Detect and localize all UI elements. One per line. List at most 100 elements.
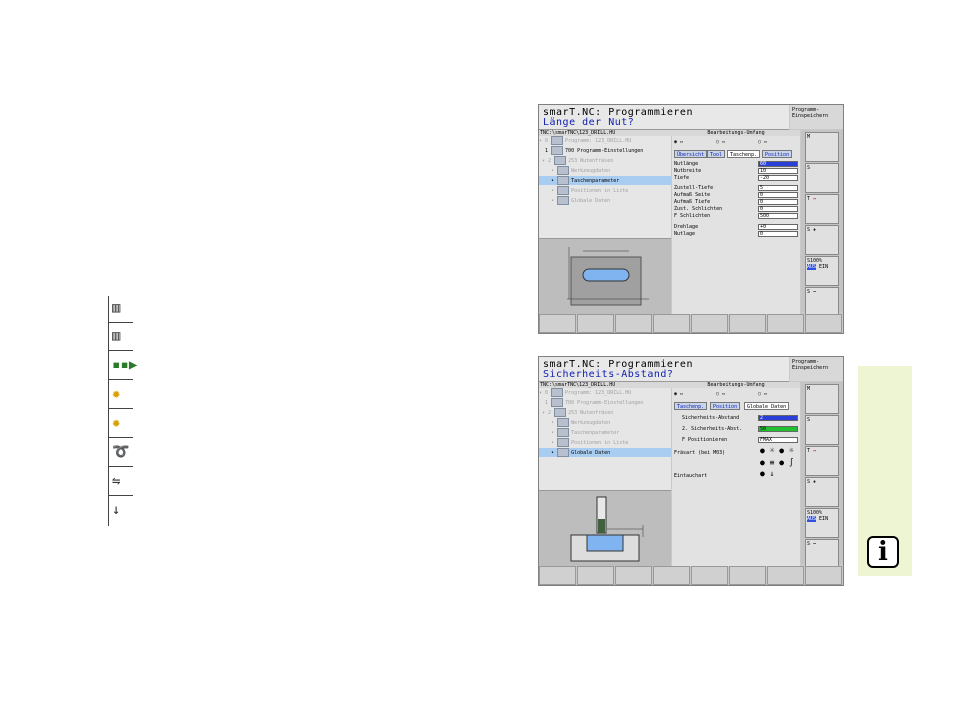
tree-item[interactable]: • Positionen in Liste (539, 438, 671, 447)
parameter-form: ◉ ▭ ○ ▭ ○ ▭ Übersicht Tool Taschenp. Pos… (672, 136, 800, 314)
side-button-s[interactable]: S (805, 163, 839, 193)
field-row: Nutlänge 60 (674, 161, 800, 167)
softkey-1[interactable] (539, 566, 576, 585)
field-row: F Schlichten 500 (674, 213, 800, 219)
field-row: F Positionieren FMAX (674, 437, 800, 443)
tab-position[interactable]: Position (710, 402, 741, 410)
slot-icon (554, 156, 567, 165)
softkey-3[interactable] (615, 314, 652, 333)
prompt-text: Sicherheits-Abstand? (543, 369, 674, 380)
field-row: Zustell-Tiefe 5 (674, 185, 800, 191)
field-input[interactable]: +0 (758, 224, 798, 230)
slot-diagram (567, 247, 649, 306)
field-row: ● ≡ ● ∫ (674, 459, 800, 468)
side-button-m[interactable]: M (805, 384, 839, 414)
tab-pocket[interactable]: Taschenp. (727, 150, 761, 158)
program-icon (551, 388, 564, 397)
tnc-screen-global: smarT.NC: Programmieren Sicherheits-Abst… (538, 356, 844, 586)
tab-pocket[interactable]: Taschenp. (674, 402, 708, 410)
program-icon (551, 136, 564, 145)
field-input[interactable]: FMAX (758, 437, 798, 443)
field-input[interactable]: 0 (758, 199, 798, 205)
gear-star-icon: ✹ (109, 382, 133, 409)
side-button-s[interactable]: S (805, 415, 839, 445)
side-button-s-minus[interactable]: S − (805, 539, 839, 569)
softkey-8[interactable] (805, 314, 842, 333)
side-button-spindle[interactable]: S100% AUS EIN (805, 256, 839, 286)
tree-item[interactable]: ▾ 2 253 Nutenfräsen (539, 156, 671, 165)
radio-machining-1[interactable]: ◉ ▭ (674, 139, 683, 145)
side-button-s-plus[interactable]: S + (805, 477, 839, 507)
field-input[interactable]: 0 (758, 192, 798, 198)
radio-machining-3[interactable]: ○ ▭ (758, 391, 767, 397)
pocket-icon (557, 428, 570, 437)
softkey-bar (539, 314, 843, 333)
side-button-s-minus[interactable]: S − (805, 287, 839, 317)
radio-machining-1[interactable]: ◉ ▭ (674, 391, 683, 397)
tree-item[interactable]: • Werkzeugdaten (539, 166, 671, 175)
tool-icon (557, 418, 570, 427)
softkey-5[interactable] (691, 566, 728, 585)
field-row: Zust. Schlichten 0 (674, 206, 800, 212)
field-input[interactable]: 500 (758, 213, 798, 219)
field-input[interactable]: 0 (758, 206, 798, 212)
tree-item[interactable]: 1 700 Programm-Einstellungen (539, 398, 671, 407)
softkey-3[interactable] (615, 566, 652, 585)
side-button-s-plus[interactable]: S + (805, 225, 839, 255)
softkey-8[interactable] (805, 566, 842, 585)
settings-icon (551, 398, 564, 407)
positions-icon (557, 186, 570, 195)
tree-item[interactable]: • Taschenparameter (539, 428, 671, 437)
settings-icon (551, 146, 564, 155)
softkey-7[interactable] (767, 314, 804, 333)
softkey-7[interactable] (767, 566, 804, 585)
side-button-spindle[interactable]: S100% AUS EIN (805, 508, 839, 538)
radio-machining-2[interactable]: ○ ▭ (716, 391, 725, 397)
tab-overview[interactable]: Übersicht (674, 150, 708, 158)
tree-item-selected[interactable]: • Taschenparameter (539, 176, 671, 185)
program-tree[interactable]: ▾ 0 Programm: 123_DRILL.HU 1 700 Program… (539, 136, 671, 238)
field-input[interactable]: 50 (758, 426, 798, 432)
plunge-option-b[interactable]: ● ↓ (760, 470, 774, 478)
field-input[interactable]: 2 (758, 415, 798, 421)
program-tree[interactable]: ▾ 0 Programm: 123_DRILL.HU 1 700 Program… (539, 388, 671, 490)
side-button-t[interactable]: T ↔ (805, 194, 839, 224)
softkey-5[interactable] (691, 314, 728, 333)
tree-item[interactable]: ▾ 2 253 Nutenfräsen (539, 408, 671, 417)
mode-label: Programm- Einspeichern (790, 105, 843, 129)
slot-icon (554, 408, 567, 417)
field-input[interactable]: -20 (758, 175, 798, 181)
field-input[interactable]: 0 (758, 231, 798, 237)
tab-tool[interactable]: Tool (707, 150, 726, 158)
info-icon[interactable]: i (867, 536, 899, 568)
side-button-t[interactable]: T ↔ (805, 446, 839, 476)
drill-tool-icon: ▥ (109, 296, 133, 323)
softkey-4[interactable] (653, 314, 690, 333)
tree-item[interactable]: ▾ 0 Programm: 123_DRILL.HU (539, 136, 671, 145)
tab-global-data[interactable]: Globale Daten (744, 402, 790, 410)
side-softkeys: M S T ↔ S + S100% AUS EIN S − (801, 382, 843, 569)
tree-item[interactable]: • Positionen in Liste (539, 186, 671, 195)
tree-item[interactable]: ▾ 0 Programm: 123_DRILL.HU (539, 388, 671, 397)
softkey-6[interactable] (729, 314, 766, 333)
field-row: Aufmaß Seite 0 (674, 192, 800, 198)
side-button-m[interactable]: M (805, 132, 839, 162)
field-input[interactable]: 60 (758, 161, 798, 167)
softkey-2[interactable] (577, 566, 614, 585)
plunge-option-a[interactable]: ● ≡ ● ∫ (760, 459, 794, 467)
tree-item[interactable]: • Globale Daten (539, 196, 671, 205)
tnc-screen-slot: smarT.NC: Programmieren Länge der Nut? P… (538, 104, 844, 334)
radio-machining-3[interactable]: ○ ▭ (758, 139, 767, 145)
tree-item-selected[interactable]: • Globale Daten (539, 448, 671, 457)
radio-machining-2[interactable]: ○ ▭ (716, 139, 725, 145)
softkey-6[interactable] (729, 566, 766, 585)
tree-item[interactable]: • Werkzeugdaten (539, 418, 671, 427)
softkey-2[interactable] (577, 314, 614, 333)
tab-position[interactable]: Position (762, 150, 793, 158)
softkey-1[interactable] (539, 314, 576, 333)
softkey-4[interactable] (653, 566, 690, 585)
field-input[interactable]: 10 (758, 168, 798, 174)
field-input[interactable]: 5 (758, 185, 798, 191)
tree-item[interactable]: 1 700 Programm-Einstellungen (539, 146, 671, 155)
milling-direction-options[interactable]: ● ☼ ● ☼ (760, 447, 794, 455)
